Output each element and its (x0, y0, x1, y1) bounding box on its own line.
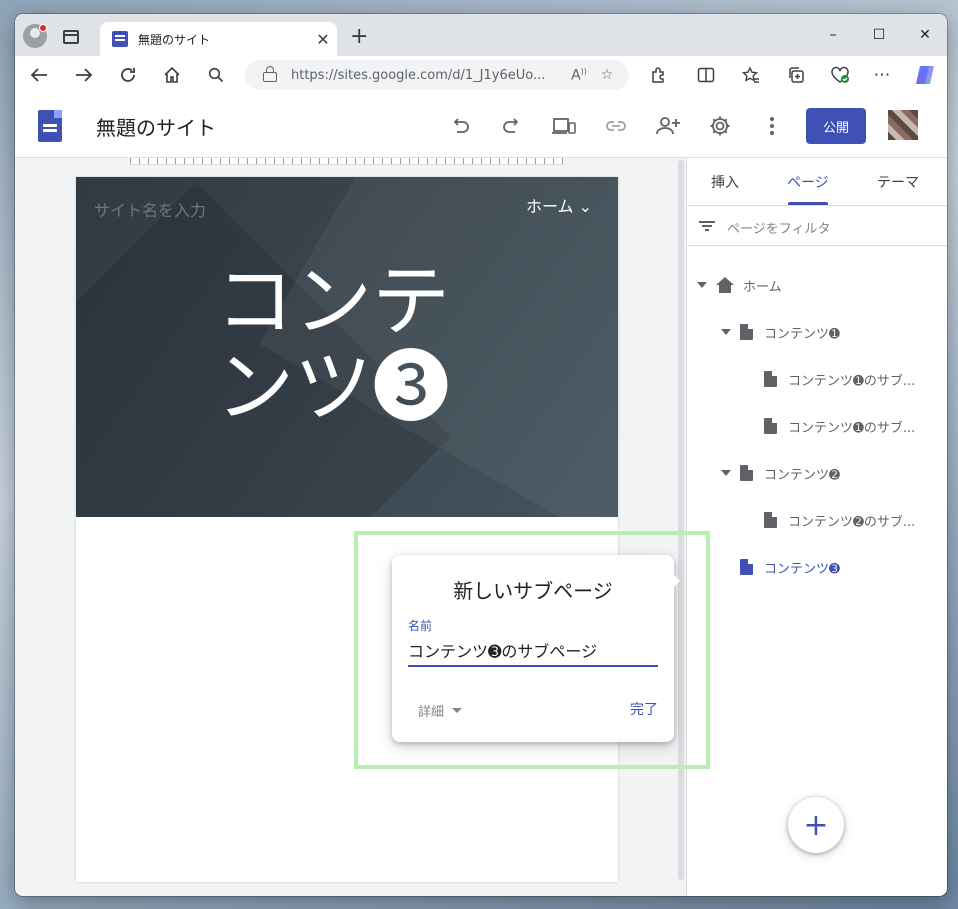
title-bar: 無題のサイト ✕ + – ☐ ✕ (15, 14, 947, 56)
expand-caret-icon[interactable] (721, 470, 731, 476)
page-icon (740, 324, 753, 340)
done-button[interactable]: 完了 (630, 699, 658, 719)
tree-item-label: コンテンツ➌ (764, 561, 840, 577)
dropdown-arrow-icon (452, 708, 463, 713)
sites-header: 無題のサイト 公開 (15, 94, 947, 158)
details-label: 詳細 (418, 705, 445, 720)
page-filter[interactable]: ページをフィルタ (687, 206, 947, 246)
expand-caret-icon[interactable] (697, 282, 707, 288)
tree-item-label: ホーム (743, 279, 782, 295)
page-icon (740, 465, 753, 481)
tree-item-home[interactable]: ホーム (697, 274, 782, 296)
minimize-button[interactable]: – (810, 20, 856, 50)
browser-essentials-icon[interactable] (826, 62, 854, 88)
sites-logo-icon[interactable] (38, 110, 62, 142)
settings-icon[interactable] (707, 114, 733, 138)
tree-item-label: コンテンツ➋ (764, 467, 840, 483)
filter-placeholder[interactable]: ページをフィルタ (727, 218, 830, 237)
user-avatar[interactable] (888, 110, 918, 140)
undo-icon[interactable] (447, 114, 473, 138)
tree-item-label: コンテンツ➊のサブ... (788, 420, 916, 436)
home-icon[interactable] (158, 62, 186, 88)
filter-icon (699, 221, 715, 231)
sites-favicon-icon (112, 31, 128, 47)
tab-themes[interactable]: テーマ (877, 172, 919, 192)
maximize-button[interactable]: ☐ (856, 20, 902, 50)
side-panel: 挿入 ページ テーマ ページをフィルタ ホーム コンテンツ➊ コンテンツ➊のサブ… (686, 158, 947, 896)
home-page-icon (716, 277, 734, 293)
tree-item-label: コンテンツ➋のサブ... (788, 514, 916, 530)
scrollbar-thumb[interactable] (678, 160, 684, 880)
page-icon (764, 418, 777, 434)
url-text[interactable]: https://sites.google.com/d/1_J1y6eUo... (291, 68, 565, 83)
editor-canvas: サイト名を入力 ホーム ⌄ コンテンツ➌ (15, 158, 686, 896)
read-aloud-icon[interactable]: A)) (565, 67, 593, 84)
back-icon[interactable] (25, 62, 53, 88)
browser-window: 無題のサイト ✕ + – ☐ ✕ https://sites.google.co… (15, 14, 947, 896)
collections-icon[interactable] (782, 62, 810, 88)
more-icon[interactable]: ⋯ (868, 62, 896, 88)
more-vert-icon[interactable] (759, 114, 785, 138)
notification-dot-icon (39, 24, 47, 32)
tab-pages[interactable]: ページ (787, 172, 829, 192)
nav-home-dropdown[interactable]: ホーム ⌄ (526, 193, 592, 217)
site-title[interactable]: 無題のサイト (96, 112, 216, 141)
link-icon[interactable] (603, 114, 629, 138)
tree-item-content1-sub1[interactable]: コンテンツ➊のサブ... (764, 368, 915, 390)
page-icon (740, 559, 753, 575)
publish-button[interactable]: 公開 (806, 108, 866, 144)
redo-icon[interactable] (499, 114, 525, 138)
address-bar[interactable]: https://sites.google.com/d/1_J1y6eUo... … (245, 60, 629, 90)
details-dropdown[interactable]: 詳細 (418, 701, 463, 720)
ruler (130, 158, 565, 165)
tab-actions-icon[interactable] (63, 30, 79, 44)
new-subpage-dialog: 新しいサブページ 名前 詳細 完了 (392, 555, 680, 742)
new-tab-button[interactable]: + (350, 26, 368, 48)
page-icon (764, 371, 777, 387)
close-window-button[interactable]: ✕ (902, 20, 947, 50)
copilot-icon[interactable] (911, 62, 939, 88)
tree-item-label: コンテンツ➊のサブ... (788, 373, 916, 389)
search-icon[interactable] (202, 62, 230, 88)
tab-title: 無題のサイト (138, 32, 211, 47)
tree-item-content1-sub2[interactable]: コンテンツ➊のサブ... (764, 415, 915, 437)
tree-item-content3[interactable]: コンテンツ➌ (740, 556, 840, 578)
extensions-icon[interactable] (645, 62, 673, 88)
add-page-button[interactable]: + (788, 797, 844, 853)
refresh-icon[interactable] (114, 62, 142, 88)
browser-toolbar: https://sites.google.com/d/1_J1y6eUo... … (15, 56, 947, 94)
split-screen-icon[interactable] (692, 62, 720, 88)
hero-header[interactable]: サイト名を入力 ホーム ⌄ コンテンツ➌ (76, 177, 618, 517)
browser-tab[interactable]: 無題のサイト ✕ (100, 22, 337, 56)
lock-icon[interactable] (263, 66, 277, 82)
favorites-icon[interactable] (737, 62, 765, 88)
site-name-placeholder[interactable]: サイト名を入力 (94, 197, 206, 221)
forward-icon[interactable] (70, 62, 98, 88)
page-icon (764, 512, 777, 528)
hero-title[interactable]: コンテンツ➌ (216, 259, 486, 431)
tab-insert[interactable]: 挿入 (711, 172, 739, 192)
share-icon[interactable] (655, 114, 681, 138)
dialog-title: 新しいサブページ (453, 579, 613, 603)
preview-icon[interactable] (551, 114, 577, 138)
site-page: サイト名を入力 ホーム ⌄ コンテンツ➌ (76, 177, 618, 882)
tab-close-icon[interactable]: ✕ (309, 30, 337, 49)
tree-item-content2-sub1[interactable]: コンテンツ➋のサブ... (764, 509, 915, 531)
favorite-star-icon[interactable]: ☆ (593, 67, 621, 83)
expand-caret-icon[interactable] (721, 329, 731, 335)
page-name-input[interactable] (408, 635, 658, 667)
tree-item-label: コンテンツ➊ (764, 326, 840, 342)
name-field-label: 名前 (408, 619, 433, 633)
tree-item-content1[interactable]: コンテンツ➊ (721, 321, 840, 343)
tree-item-content2[interactable]: コンテンツ➋ (721, 462, 840, 484)
